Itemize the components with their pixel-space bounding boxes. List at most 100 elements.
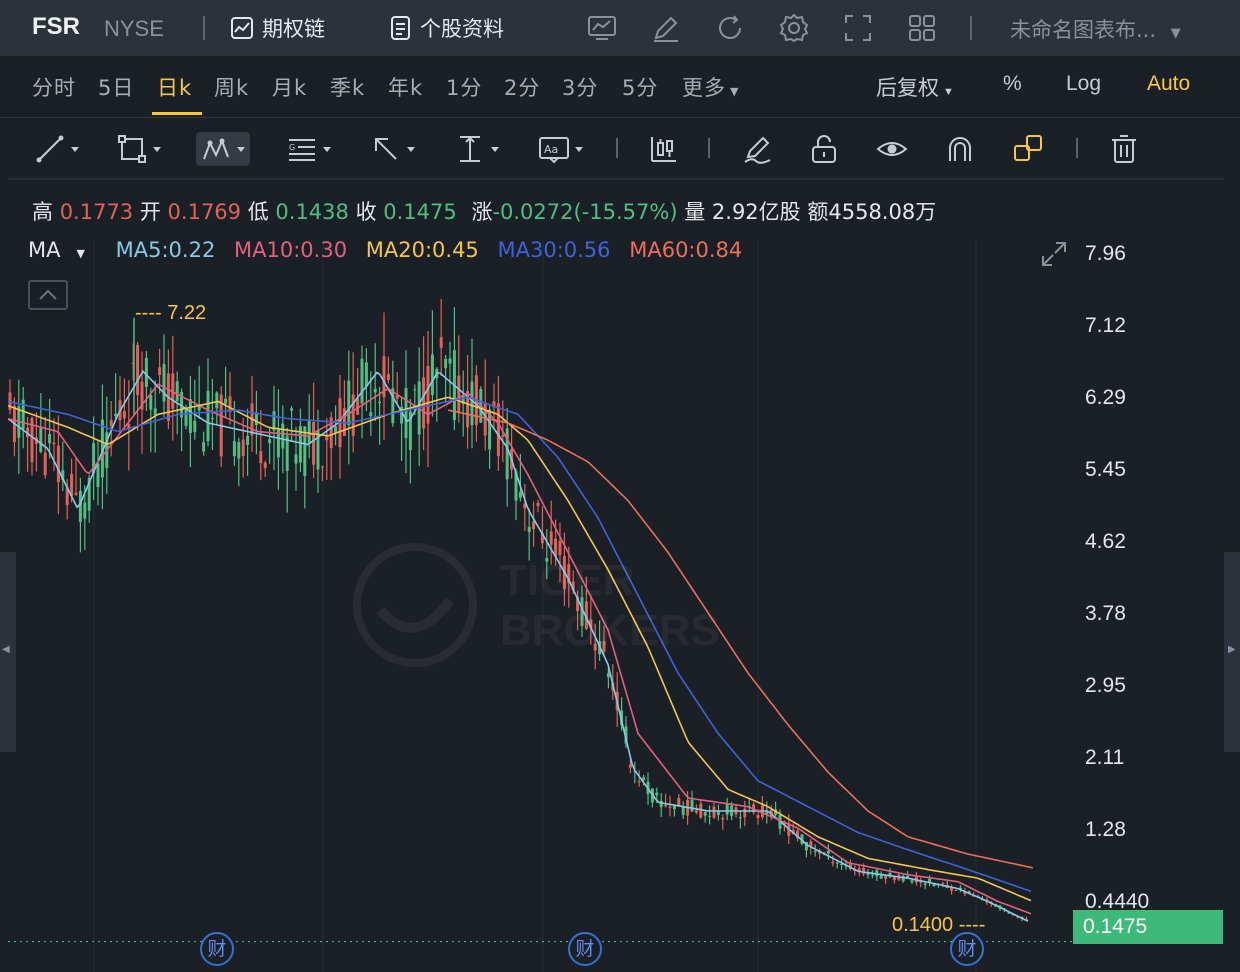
period-5min[interactable]: 5分 xyxy=(622,72,658,102)
candle-body xyxy=(690,799,694,812)
measure-tool[interactable] xyxy=(454,132,500,166)
candle-body xyxy=(826,851,830,854)
wave-pattern-icon xyxy=(203,138,229,160)
period-3min[interactable]: 3分 xyxy=(562,72,598,102)
gear-icon[interactable] xyxy=(778,12,810,44)
left-panel-handle[interactable]: ◀ xyxy=(0,552,16,752)
period-high-marker: ---- 7.22 xyxy=(135,302,207,324)
candle-body xyxy=(703,811,707,816)
period-intraday[interactable]: 分时 xyxy=(32,72,76,102)
period-more[interactable]: 更多 ▼ xyxy=(682,72,739,102)
candle-type-tool[interactable] xyxy=(648,132,680,166)
period-weekly[interactable]: 周k xyxy=(214,72,249,102)
candle-body xyxy=(334,426,338,433)
monitor-chart-icon[interactable] xyxy=(586,12,618,44)
stock-profile-button[interactable]: 个股资料 xyxy=(388,12,504,44)
ma60-value: MA60:0.84 xyxy=(629,238,743,262)
caret-down-icon xyxy=(407,147,415,152)
watermark-line1: TIGER xyxy=(500,556,635,605)
period-daily[interactable]: 日k xyxy=(157,72,192,102)
delete-drawings-tool[interactable] xyxy=(1108,132,1140,166)
candle-body xyxy=(43,452,47,476)
candle-body xyxy=(457,375,461,414)
candle-body xyxy=(210,418,214,420)
price-tick: 6.29 xyxy=(1085,386,1126,409)
expand-chart-icon[interactable] xyxy=(1040,240,1068,268)
caret-down-icon: ▼ xyxy=(730,85,740,98)
quote-summary: 高 0.1773 开 0.1769 低 0.1438 收 0.1475 涨-0.… xyxy=(32,196,936,226)
magnet-tool[interactable] xyxy=(944,132,976,166)
right-panel-handle[interactable]: ▶ xyxy=(1224,552,1240,752)
fibonacci-icon: G xyxy=(289,139,315,161)
layout-grid-icon[interactable] xyxy=(906,12,938,44)
rectangle-icon xyxy=(118,135,146,163)
amount-label: 额 xyxy=(807,200,829,224)
amount-value: 4558.08万 xyxy=(828,200,937,224)
earnings-badge[interactable]: 财 xyxy=(568,932,602,966)
candle-body xyxy=(347,380,351,426)
candle-body xyxy=(910,880,914,883)
brush-tool[interactable] xyxy=(742,132,774,166)
sync-drawings-tool[interactable] xyxy=(1012,132,1044,166)
chart-layout-dropdown[interactable]: 未命名图表布... ▼ xyxy=(1010,14,1181,44)
candle-body xyxy=(536,502,540,507)
adjust-dropdown[interactable]: 后复权 ▼ xyxy=(876,72,954,102)
period-2min[interactable]: 2分 xyxy=(504,72,540,102)
candle-body xyxy=(83,502,87,519)
period-quarterly[interactable]: 季k xyxy=(330,72,365,102)
ma5-value: MA5:0.22 xyxy=(115,238,216,262)
percent-toggle[interactable]: % xyxy=(1003,72,1022,96)
pattern-tool[interactable] xyxy=(196,132,250,166)
watermark-text: TIGER BROKERS xyxy=(500,556,720,656)
visibility-tool[interactable] xyxy=(876,132,908,166)
trendline-tool[interactable] xyxy=(34,132,80,166)
lock-tool[interactable] xyxy=(808,132,840,166)
candle-body xyxy=(813,851,817,853)
candle-body xyxy=(659,800,663,808)
price-tick: 1.28 xyxy=(1085,818,1126,841)
earnings-badge[interactable]: 财 xyxy=(950,932,984,966)
eye-icon xyxy=(876,142,908,156)
fibonacci-tool[interactable]: G xyxy=(286,132,332,166)
refresh-icon[interactable] xyxy=(714,12,746,44)
earnings-badge[interactable]: 财 xyxy=(200,932,234,966)
vertical-measure-icon xyxy=(460,136,480,162)
tiger-logo-watermark xyxy=(353,543,477,667)
period-5day[interactable]: 5日 xyxy=(98,72,134,102)
price-tick: 2.95 xyxy=(1085,674,1126,697)
linked-squares-icon xyxy=(1014,135,1042,161)
caret-right-icon: ▶ xyxy=(1228,644,1236,655)
text-icon: Aa xyxy=(539,137,569,164)
candle-body xyxy=(413,389,417,391)
options-chain-button[interactable]: 期权链 xyxy=(230,12,325,44)
ma-indicator-dropdown[interactable]: MA ▼ xyxy=(28,238,97,262)
candle-body xyxy=(439,337,443,348)
high-value: 0.1773 xyxy=(59,200,134,224)
candle-body xyxy=(175,381,179,402)
candle-body xyxy=(52,442,56,445)
period-1min[interactable]: 1分 xyxy=(446,72,482,102)
edit-icon[interactable] xyxy=(650,12,682,44)
candle-body xyxy=(114,413,118,416)
period-yearly[interactable]: 年k xyxy=(388,72,423,102)
arrow-icon xyxy=(375,138,397,160)
price-axis[interactable]: 7.96 7.12 6.29 5.45 4.62 3.78 2.95 2.11 … xyxy=(1074,240,1240,972)
arrow-tool[interactable] xyxy=(370,132,416,166)
candle-body xyxy=(109,420,113,427)
candle-body xyxy=(369,412,373,417)
adjust-label: 后复权 xyxy=(876,77,939,100)
auto-toggle[interactable]: Auto xyxy=(1147,72,1190,96)
text-tool[interactable]: Aa xyxy=(538,132,584,166)
period-monthly[interactable]: 月k xyxy=(272,72,307,102)
caret-down-icon xyxy=(491,147,499,152)
log-toggle[interactable]: Log xyxy=(1066,72,1101,96)
candle-body xyxy=(606,673,610,678)
candle-body xyxy=(558,541,562,556)
rectangle-tool[interactable] xyxy=(116,132,162,166)
candle-body xyxy=(831,861,835,864)
low-label: 低 xyxy=(247,200,269,224)
candle-body xyxy=(232,441,236,457)
top-bar: FSR NYSE 期权链 个股资料 未命名图表布... ▼ xyxy=(0,0,1240,56)
collapse-legend-button[interactable] xyxy=(28,280,68,310)
fullscreen-icon[interactable] xyxy=(842,12,874,44)
